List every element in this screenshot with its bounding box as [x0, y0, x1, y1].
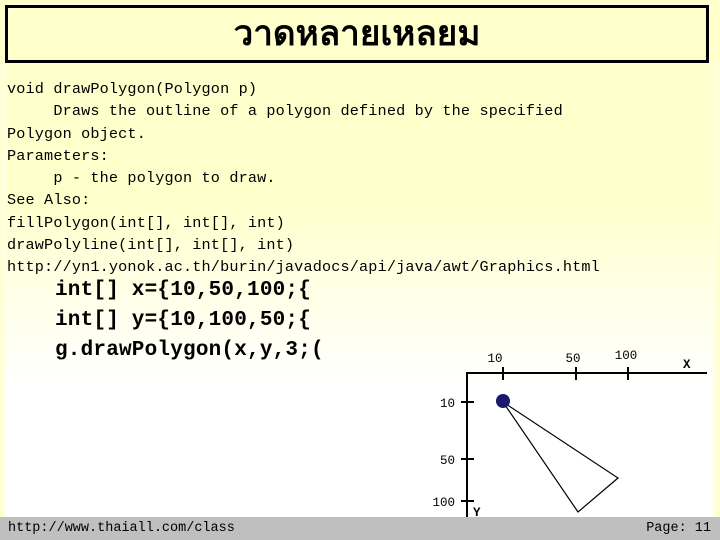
y-tick-label-10: 10 — [440, 397, 455, 411]
page-title: วาดหลายเหลยม — [233, 13, 481, 54]
slide: วาดหลายเหลยม void drawPolygon(Polygon p)… — [0, 0, 720, 540]
footer-site-url[interactable]: http://www.thaiall.com/class — [8, 521, 235, 536]
vertex-marker-dot — [496, 394, 510, 408]
javadoc-line: void drawPolygon(Polygon p) — [7, 80, 258, 98]
javadoc-line: Parameters: — [7, 146, 109, 165]
code-sample-line: int[] x={10,50,100;{ — [55, 279, 312, 302]
polygon-shape — [502, 401, 619, 513]
coordinate-diagram: 10 50 100 10 50 100 X Y — [410, 340, 720, 535]
x-axis-label: X — [683, 358, 691, 372]
y-tick-label-100: 100 — [432, 496, 455, 510]
javadoc-line: drawPolyline(int[], int[], int) — [7, 236, 295, 255]
coordinate-diagram-svg: 10 50 100 10 50 100 X Y — [432, 349, 707, 532]
footer-page-number: Page: 11 — [646, 521, 711, 536]
code-sample-line: g.drawPolygon(x,y,3;( — [55, 339, 324, 362]
y-tick-label-50: 50 — [440, 454, 455, 468]
javadoc-line: fillPolygon(int[], int[], int) — [7, 213, 285, 232]
x-tick-label-10: 10 — [487, 352, 502, 366]
x-tick-label-50: 50 — [565, 352, 580, 366]
x-tick-label-100: 100 — [615, 349, 638, 363]
javadoc-text-block: void drawPolygon(Polygon p) Draws the ou… — [7, 78, 713, 279]
left-edge-gradient — [0, 62, 7, 532]
javadoc-line: Draws the outline of a polygon defined b… — [7, 102, 563, 121]
footer-bar: http://www.thaiall.com/class Page: 11 — [0, 517, 720, 540]
javadoc-line: See Also: — [7, 191, 91, 210]
javadoc-line: p - the polygon to draw. — [7, 169, 276, 188]
javadoc-line: Polygon object. — [7, 124, 146, 143]
slide-title-box: วาดหลายเหลยม — [5, 5, 709, 63]
code-sample-block: int[] x={10,50,100;{ int[] y={10,100,50;… — [55, 276, 324, 366]
code-sample-line: int[] y={10,100,50;{ — [55, 309, 312, 332]
